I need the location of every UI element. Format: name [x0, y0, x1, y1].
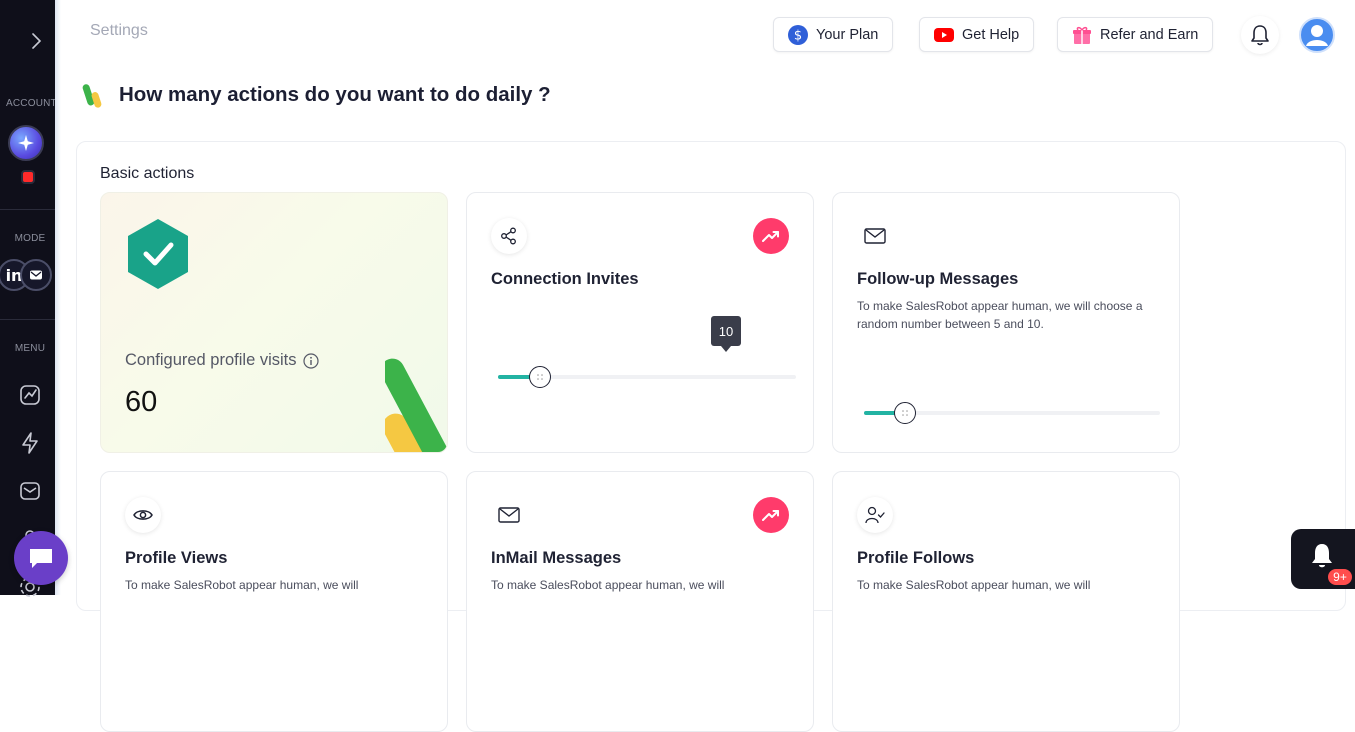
verified-badge-icon: [128, 219, 188, 289]
inmail-messages-description: To make SalesRobot appear human, we will: [491, 578, 725, 592]
info-icon[interactable]: [302, 352, 319, 369]
get-help-button[interactable]: Get Help: [919, 17, 1035, 52]
youtube-icon: [934, 27, 954, 42]
your-plan-button[interactable]: $ Your Plan: [773, 17, 894, 52]
connection-invites-slider-thumb[interactable]: [529, 366, 551, 388]
trending-button[interactable]: [753, 497, 789, 533]
profile-views-title: Profile Views: [125, 549, 228, 567]
chevron-right-icon[interactable]: [28, 33, 44, 49]
trending-up-icon: [762, 510, 779, 521]
analytics-icon[interactable]: [18, 383, 42, 407]
sidebar-section-menu: MENU: [14, 343, 46, 354]
sidebar-edge: [55, 0, 61, 595]
your-plan-label: Your Plan: [816, 26, 879, 43]
connection-invites-card: Connection Invites 10: [466, 192, 814, 453]
user-icon: [1306, 25, 1328, 46]
sidebar-section-mode: MODE: [14, 233, 46, 244]
refer-and-earn-button[interactable]: Refer and Earn: [1057, 17, 1214, 52]
section-title-basic-actions: Basic actions: [100, 165, 195, 182]
dollar-icon: $: [788, 24, 808, 45]
grip-dots-icon: [537, 374, 543, 380]
bolt-icon[interactable]: [18, 431, 42, 455]
profile-visits-card: Configured profile visits 60: [100, 192, 448, 453]
chat-icon: [30, 549, 52, 568]
followup-messages-description: To make SalesRobot appear human, we will…: [857, 299, 1143, 331]
inmail-messages-title: InMail Messages: [491, 549, 622, 567]
eye-icon-badge: [125, 497, 161, 533]
notification-count-badge: 9+: [1326, 567, 1354, 587]
mail-icon: [864, 228, 886, 244]
refer-and-earn-label: Refer and Earn: [1100, 26, 1199, 43]
get-help-label: Get Help: [962, 26, 1020, 43]
followup-slider-thumb[interactable]: [894, 402, 916, 424]
profile-views-card: Profile Views To make SalesRobot appear …: [100, 471, 448, 732]
inbox-icon[interactable]: [18, 479, 42, 503]
configured-visits-text: Configured profile visits: [125, 351, 297, 369]
mail-icon-badge: [491, 497, 527, 533]
mail-icon-badge: [857, 218, 893, 254]
decorative-logo-graphic: [385, 358, 447, 452]
user-avatar[interactable]: [1299, 17, 1335, 53]
connection-invites-title: Connection Invites: [491, 270, 639, 288]
user-check-icon: [865, 506, 885, 524]
sidebar-divider: [0, 319, 55, 320]
configured-visits-label: Configured profile visits: [125, 351, 319, 370]
followup-messages-title: Follow-up Messages: [857, 270, 1019, 288]
notifications-bell[interactable]: [1241, 16, 1279, 54]
chat-support-button[interactable]: [14, 531, 68, 585]
account-status-indicator: [21, 170, 35, 184]
grip-dots-icon: [902, 410, 908, 416]
logo-icon: [82, 84, 102, 108]
profile-views-description: To make SalesRobot appear human, we will: [125, 578, 359, 592]
inmail-messages-card: InMail Messages To make SalesRobot appea…: [466, 471, 814, 732]
bell-icon: [1251, 25, 1269, 46]
sidebar-divider: [0, 209, 55, 210]
followup-messages-card: Follow-up Messages To make SalesRobot ap…: [832, 192, 1180, 453]
slider-value-tooltip: 10: [711, 316, 741, 352]
user-check-icon-badge: [857, 497, 893, 533]
svg-text:$: $: [794, 28, 802, 43]
left-sidebar: ACCOUNT MODE in MENU: [0, 0, 57, 597]
breadcrumb: Settings: [90, 22, 148, 39]
bell-icon: [1312, 544, 1332, 568]
profile-follows-title: Profile Follows: [857, 549, 975, 567]
share-icon-badge: [491, 218, 527, 254]
trending-up-icon: [762, 231, 779, 242]
configured-visits-value: 60: [125, 386, 158, 418]
sparkle-icon: [18, 135, 34, 151]
page-question: How many actions do you want to do daily…: [119, 83, 551, 106]
share-icon: [501, 227, 516, 245]
account-avatar[interactable]: [8, 125, 44, 161]
gift-icon: [1073, 26, 1091, 44]
profile-follows-card: Profile Follows To make SalesRobot appea…: [832, 471, 1180, 732]
mail-icon: [498, 507, 520, 523]
profile-follows-description: To make SalesRobot appear human, we will: [857, 578, 1091, 592]
trending-button[interactable]: [753, 218, 789, 254]
email-mode-icon[interactable]: [20, 259, 52, 291]
eye-icon: [133, 510, 153, 520]
